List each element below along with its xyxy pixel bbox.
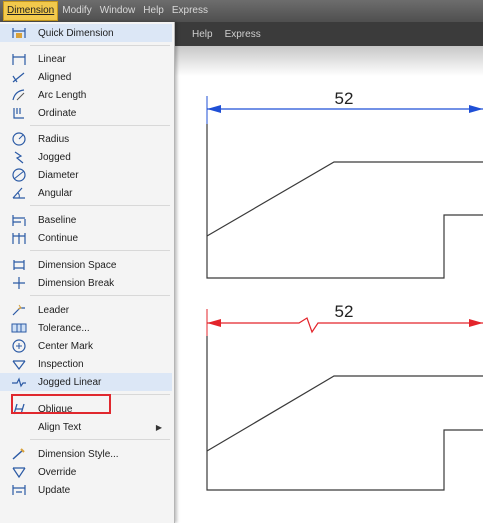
diameter-icon [9,167,29,183]
leader-icon [9,302,29,318]
menu-item-update[interactable]: Update [0,481,172,499]
toolbar-help[interactable]: Help [186,29,219,40]
ordinate-icon [9,105,29,121]
continue-icon [9,230,29,246]
bottom-dimension-text: 52 [335,302,354,321]
toolbar-express[interactable]: Express [219,29,267,40]
menu-item-arc-length[interactable]: Arc Length [0,86,172,104]
menu-separator [30,295,170,296]
menu-separator [30,205,170,206]
menu-help[interactable]: Help [139,0,168,22]
update-icon [9,482,29,498]
menu-item-jogged-linear[interactable]: Jogged Linear [0,373,172,391]
menu-separator [30,250,170,251]
arc-length-icon [9,87,29,103]
menu-dimension[interactable]: Dimension [3,1,59,21]
drawing-canvas: 52 52 [206,89,483,491]
bottom-shape-slope [206,375,483,452]
menu-item-angular[interactable]: Angular [0,184,172,202]
jogged-linear-icon [9,374,29,390]
submenu-arrow-icon: ▶ [155,422,162,432]
highlight-box [11,394,111,414]
menu-item-override[interactable]: Override [0,463,172,481]
menu-item-ordinate[interactable]: Ordinate [0,104,172,122]
menu-item-diameter[interactable]: Diameter [0,166,172,184]
aligned-icon [9,69,29,85]
menu-item-align-text[interactable]: Align Text ▶ [0,418,172,436]
menu-item-inspection[interactable]: Inspection [0,355,172,373]
bottom-arrow-left [207,319,221,327]
menu-separator [30,45,170,46]
top-arrow-right [469,105,483,113]
menu-item-center-mark[interactable]: Center Mark [0,337,172,355]
menu-bar: Dimension Modify Window Help Express [0,0,483,22]
secondary-toolbar: Help Express [172,22,483,46]
top-shape-outline [206,124,483,279]
drawing-header-shade [172,46,483,76]
top-shape-slope [206,161,483,237]
baseline-icon [9,212,29,228]
menu-item-baseline[interactable]: Baseline [0,211,172,229]
menu-item-linear[interactable]: Linear [0,50,172,68]
quick-dimension-icon [9,25,29,41]
menu-separator [30,439,170,440]
dimension-break-icon [9,275,29,291]
menu-window[interactable]: Window [96,0,140,22]
linear-icon [9,51,29,67]
top-arrow-left [207,105,221,113]
jogged-icon [9,149,29,165]
dimension-style-icon [9,446,29,462]
menu-express[interactable]: Express [168,0,212,22]
angular-icon [9,185,29,201]
override-icon [9,464,29,480]
menu-item-jogged[interactable]: Jogged [0,148,172,166]
menu-item-radius[interactable]: Radius [0,130,172,148]
radius-icon [9,131,29,147]
dimension-space-icon [9,257,29,273]
dimension-dropdown-menu: Quick Dimension Linear Aligned Arc Lengt… [0,22,175,523]
menu-item-dimension-break[interactable]: Dimension Break [0,274,172,292]
tolerance-icon [9,320,29,336]
menu-item-dimension-space[interactable]: Dimension Space [0,256,172,274]
bottom-shape-outline [206,336,483,491]
bottom-arrow-right [469,319,483,327]
menu-item-leader[interactable]: Leader [0,301,172,319]
menu-modify[interactable]: Modify [58,0,95,22]
menu-item-tolerance[interactable]: Tolerance... [0,319,172,337]
inspection-icon [9,356,29,372]
menu-item-aligned[interactable]: Aligned [0,68,172,86]
menu-item-dimension-style[interactable]: Dimension Style... [0,445,172,463]
align-text-spacer [9,419,29,435]
top-dimension-text: 52 [335,89,354,108]
center-mark-icon [9,338,29,354]
menu-item-continue[interactable]: Continue [0,229,172,247]
menu-item-quick-dimension[interactable]: Quick Dimension [0,24,172,42]
menu-separator [30,125,170,126]
